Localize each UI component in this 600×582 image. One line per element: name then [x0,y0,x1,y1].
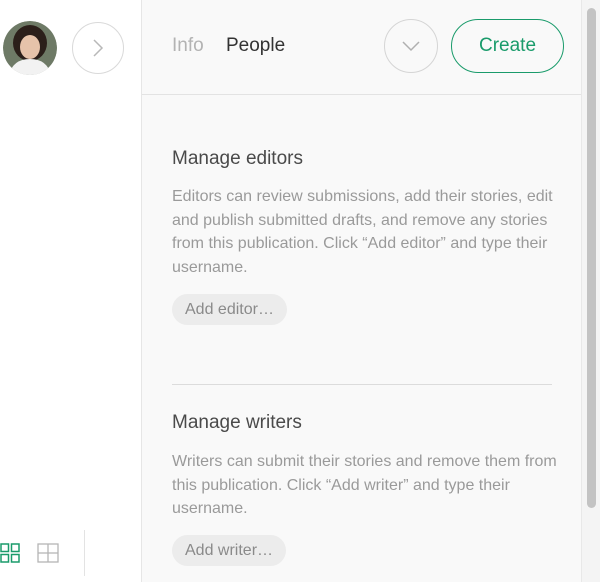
next-button[interactable] [72,22,124,74]
tab-people[interactable]: People [226,36,285,56]
tab-info[interactable]: Info [172,36,204,56]
grid-icon[interactable] [0,543,20,563]
scrollbar-thumb[interactable] [587,8,596,508]
table-icon[interactable] [37,543,59,563]
left-rail [0,0,141,582]
writers-description: Writers can submit their stories and rem… [172,453,557,517]
editors-title: Manage editors [172,148,303,169]
create-button[interactable]: Create [451,19,564,73]
dropdown-button[interactable] [384,19,438,73]
avatar[interactable] [3,21,57,75]
chevron-right-icon [93,39,104,57]
editors-description: Editors can review submissions, add thei… [172,188,553,276]
add-editor-button[interactable]: Add editor… [172,294,287,325]
people-panel: Info People Create Manage editors Editor… [141,0,581,582]
rail-divider [84,530,85,576]
scrollbar[interactable] [581,0,600,582]
chevron-down-icon [402,41,420,52]
panel-header: Info People Create [142,0,581,95]
app-window: Info People Create Manage editors Editor… [0,0,600,582]
writers-title: Manage writers [172,412,302,433]
section-divider [172,384,552,385]
add-writer-button[interactable]: Add writer… [172,535,287,566]
